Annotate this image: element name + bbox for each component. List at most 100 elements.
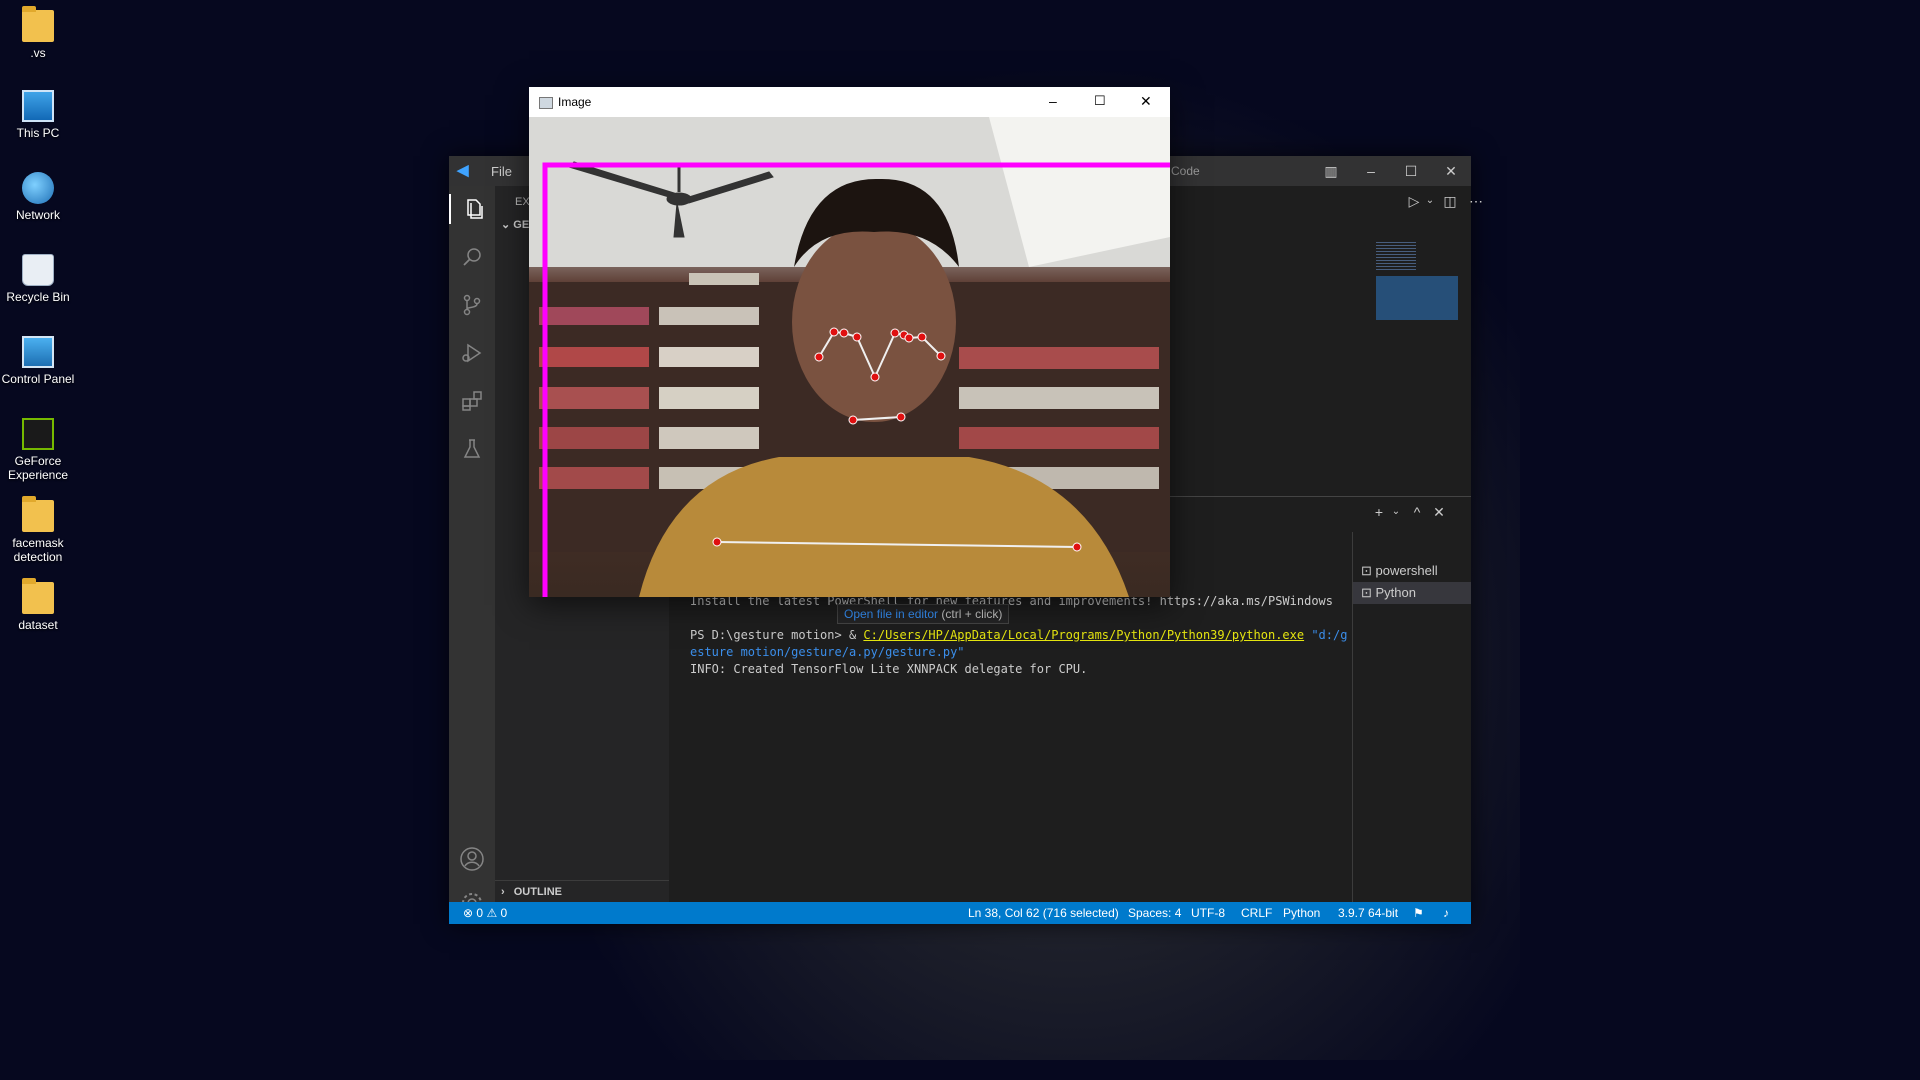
terminal-tab-powershell[interactable]: ⊡ powershell	[1353, 560, 1471, 582]
landmark-point	[870, 372, 880, 382]
language-mode[interactable]: Python	[1283, 906, 1320, 920]
desktop-icon-dataset[interactable]: dataset	[0, 578, 76, 632]
image-window: Image – ☐ ✕	[529, 87, 1170, 597]
line-ending[interactable]: CRLF	[1241, 906, 1272, 920]
folder-icon	[22, 496, 54, 532]
maximize-button[interactable]: ☐	[1402, 162, 1420, 180]
geforce-icon	[22, 418, 54, 450]
desktop-icon-label: dataset	[18, 618, 58, 632]
image-window-titlebar: Image – ☐ ✕	[529, 87, 1170, 117]
terminal-icon: ⊡	[1361, 563, 1376, 578]
desktop-icon-label: GeForce Experience	[7, 454, 69, 482]
terminal-arg: esture motion/gesture/a.py/gesture.py"	[690, 645, 965, 659]
desktop-icon-label: Network	[15, 208, 60, 222]
desktop-icon-this-pc[interactable]: This PC	[0, 90, 76, 140]
desktop-icon-label: .vs	[30, 46, 46, 60]
desktop-icon-facemask-detection[interactable]: facemask detection	[0, 496, 76, 564]
layout-icon[interactable]: ▥	[1322, 162, 1340, 180]
desktop-icon-label: This PC	[16, 126, 60, 140]
problems-indicator[interactable]: ⊗ 0 ⚠ 0	[463, 906, 507, 920]
feedback-icon[interactable]: ⚑	[1413, 906, 1424, 920]
close-panel-icon[interactable]: ✕	[1430, 503, 1448, 521]
landmark-point	[814, 352, 824, 362]
landmark-point	[904, 333, 914, 343]
terminal-prompt: PS D:\gesture motion> &	[690, 628, 864, 642]
control-panel-icon	[22, 336, 54, 368]
tooltip-hint: (ctrl + click)	[938, 607, 1003, 621]
folder-icon	[22, 6, 54, 42]
outline-section[interactable]: › OUTLINE	[495, 880, 669, 903]
chevron-right-icon: ›	[501, 886, 505, 898]
outline-label: OUTLINE	[513, 886, 563, 898]
landmark-point	[936, 351, 946, 361]
desktop-icon-network[interactable]: Network	[0, 172, 76, 222]
terminal-link[interactable]: C:/Users/HP/AppData/Local/Programs/Pytho…	[863, 628, 1304, 642]
recycle-bin-icon	[22, 254, 54, 286]
activity-bar: 1	[449, 186, 497, 918]
window-title: Code	[1171, 164, 1200, 178]
new-terminal-icon[interactable]: +	[1370, 503, 1388, 521]
landmark-point	[712, 537, 722, 547]
python-interpreter[interactable]: 3.9.7 64-bit	[1338, 906, 1398, 920]
camera-feed	[529, 117, 1170, 597]
network-icon	[22, 172, 54, 204]
chevron-down-icon[interactable]: ⌄	[1421, 192, 1439, 210]
source-control-icon[interactable]	[457, 290, 487, 320]
chevron-down-icon: ⌄	[501, 219, 514, 231]
terminal-tab-python[interactable]: ⊡ Python	[1353, 582, 1471, 604]
sidebar-header: EX	[515, 196, 530, 208]
minimize-button[interactable]: –	[1049, 93, 1057, 109]
maximize-panel-icon[interactable]: ^	[1408, 503, 1426, 521]
encoding[interactable]: UTF-8	[1191, 906, 1225, 920]
landmark-point	[896, 412, 906, 422]
landmark-point	[917, 332, 927, 342]
search-icon[interactable]	[457, 242, 487, 272]
desktop-icon-geforce[interactable]: GeForce Experience	[0, 418, 76, 482]
menu-file[interactable]: File	[491, 164, 512, 179]
terminal-output[interactable]: Install the latest PowerShell for new fe…	[690, 593, 1347, 678]
terminal-arg: "d:/g	[1304, 628, 1348, 642]
shelf-sign	[689, 273, 759, 285]
extensions-icon[interactable]	[457, 386, 487, 416]
desktop-icon-vs[interactable]: .vs	[0, 6, 76, 60]
more-actions-icon[interactable]: ⋯	[1467, 192, 1485, 210]
status-bar: ⊗ 0 ⚠ 0 Ln 38, Col 62 (716 selected) Spa…	[449, 902, 1471, 924]
explorer-icon[interactable]	[449, 194, 497, 224]
sidebar-section[interactable]: ⌄ GE	[501, 218, 529, 231]
error-icon: ⊗	[463, 906, 474, 920]
landmark-point	[848, 415, 858, 425]
camera-frame-image	[529, 117, 1170, 597]
desktop-icon-label: facemask detection	[12, 536, 64, 564]
terminal-line: INFO: Created TensorFlow Lite XNNPACK de…	[690, 662, 1088, 676]
image-window-title: Image	[558, 95, 592, 109]
cursor-position[interactable]: Ln 38, Col 62 (716 selected)	[968, 906, 1119, 920]
testing-icon[interactable]	[457, 434, 487, 464]
warning-icon: ⚠	[486, 906, 498, 920]
close-button[interactable]: ✕	[1140, 93, 1152, 110]
terminal-icon: ⊡	[1361, 585, 1376, 600]
tooltip-link[interactable]: Open file in editor	[844, 607, 938, 621]
maximize-button[interactable]: ☐	[1094, 93, 1106, 109]
minimize-button[interactable]: –	[1362, 162, 1380, 180]
split-editor-icon[interactable]: ◫	[1441, 192, 1459, 210]
desktop-icon-control-panel[interactable]: Control Panel	[0, 336, 76, 386]
vscode-logo-icon: ◀	[457, 162, 469, 179]
notifications-icon[interactable]: ♪	[1443, 906, 1449, 920]
chevron-down-icon[interactable]: ⌄	[1387, 503, 1405, 521]
landmark-point	[852, 332, 862, 342]
landmark-point	[890, 328, 900, 338]
landmark-point	[1072, 542, 1082, 552]
desktop-icon-label: Control Panel	[1, 372, 75, 386]
landmark-point	[829, 327, 839, 337]
terminal-list: ⊡ powershell ⊡ Python	[1352, 532, 1471, 902]
run-debug-icon[interactable]	[457, 338, 487, 368]
minimap[interactable]	[1376, 242, 1458, 320]
indentation[interactable]: Spaces: 4	[1128, 906, 1181, 920]
account-icon[interactable]	[457, 844, 487, 874]
folder-icon	[22, 578, 54, 614]
desktop-icon-recycle-bin[interactable]: Recycle Bin	[0, 254, 76, 304]
close-button[interactable]: ✕	[1442, 162, 1460, 180]
link-tooltip: Open file in editor (ctrl + click)	[837, 604, 1010, 624]
desktop-icon-label: Recycle Bin	[6, 290, 70, 304]
computer-icon	[22, 90, 54, 122]
